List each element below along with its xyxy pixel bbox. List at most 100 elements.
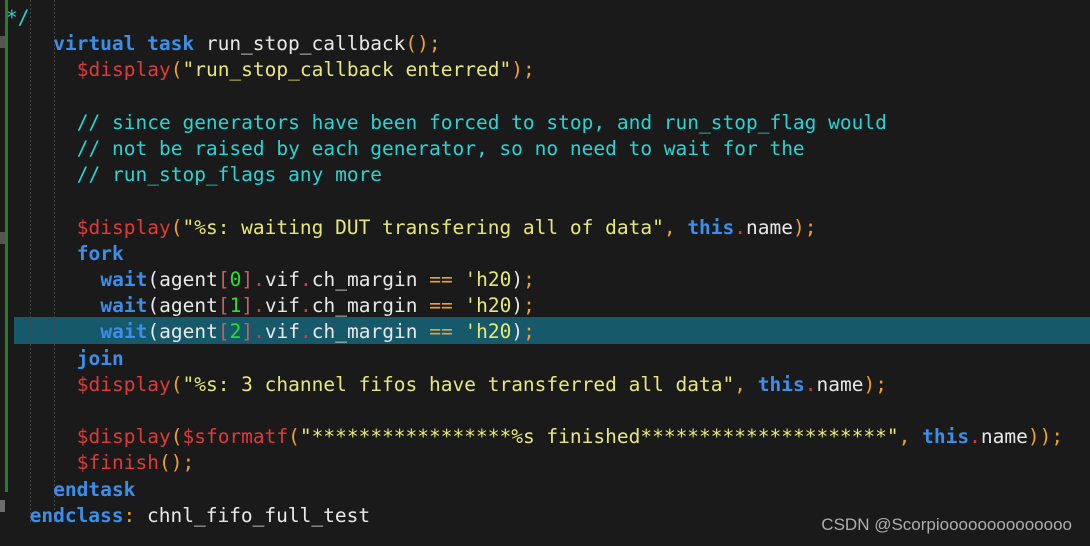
code-line[interactable]: $display("run_stop_callback enterred");	[77, 57, 535, 83]
code-token: .	[253, 268, 265, 291]
code-token: virtual	[53, 32, 136, 56]
code-token: .	[804, 372, 817, 396]
code-token: ==	[429, 268, 453, 291]
code-token: ;	[523, 294, 535, 318]
code-token: task	[147, 32, 195, 56]
overview-ruler-mark[interactable]	[0, 36, 5, 48]
code-token: ;	[875, 372, 887, 396]
code-token: "run_stop_callback enterred"	[182, 58, 512, 82]
code-token: .	[253, 294, 265, 318]
code-token: */	[6, 6, 30, 29]
code-token: (	[288, 425, 300, 449]
code-token: )	[793, 215, 805, 239]
code-token: (	[147, 294, 160, 318]
csdn-watermark: CSDN @Scorpioooooooooooooo	[821, 515, 1072, 534]
code-token: 'h20	[464, 294, 512, 318]
code-token: (	[170, 215, 183, 239]
code-line[interactable]: virtual task run_stop_callback();	[53, 31, 440, 57]
code-editor[interactable]: */virtual task run_stop_callback(); $disp…	[0, 0, 1090, 546]
code-token: ()	[158, 451, 183, 475]
code-token: )	[863, 372, 876, 396]
code-token: ;	[523, 320, 535, 344]
code-token: $display	[76, 372, 171, 396]
code-token: ch_margin	[311, 268, 430, 291]
code-token: 2	[229, 320, 242, 344]
code-token: 'h20	[464, 268, 512, 291]
code-token: (	[147, 320, 160, 344]
indent-guide	[30, 0, 31, 546]
code-token: agent	[159, 320, 218, 344]
code-token: ,	[898, 425, 911, 449]
code-line[interactable]: endtask	[53, 477, 135, 503]
code-token: ]	[241, 294, 254, 318]
code-token: 0	[229, 268, 242, 291]
code-token: ]	[241, 268, 254, 291]
code-token: name	[816, 372, 864, 396]
code-token: fork	[76, 241, 124, 265]
code-token: // since generators have been forced to …	[76, 110, 887, 134]
code-token: "%s: waiting DUT transfering all of data…	[182, 215, 664, 239]
code-token: (	[147, 268, 160, 291]
code-token: $display	[76, 58, 171, 82]
code-line[interactable]: */	[6, 5, 29, 31]
code-token: (	[170, 58, 183, 82]
code-line[interactable]: // not be raised by each generator, so n…	[77, 136, 805, 162]
code-token: ;	[182, 451, 195, 475]
code-token: :	[123, 503, 136, 527]
code-token: ,	[663, 215, 676, 239]
code-token: 1	[229, 294, 242, 318]
code-line[interactable]: wait(agent[1].vif.ch_margin == 'h20);	[100, 293, 535, 319]
code-token: ))	[1027, 425, 1052, 449]
code-line[interactable]: wait(agent[2].vif.ch_margin == 'h20);	[100, 319, 535, 345]
code-line[interactable]: // since generators have been forced to …	[77, 110, 887, 136]
code-line[interactable]: $display("%s: waiting DUT transfering al…	[77, 215, 817, 241]
code-token: "*****************%s finished***********…	[299, 425, 899, 449]
code-token: vif	[264, 320, 301, 344]
code-token: .	[253, 320, 265, 344]
code-token: this	[687, 215, 735, 239]
code-token: // run_stop_flags any more	[76, 163, 383, 187]
overview-ruler-mark[interactable]	[0, 500, 5, 512]
code-line[interactable]: // run_stop_flags any more	[77, 162, 382, 188]
code-token: ch_margin	[311, 294, 430, 318]
code-line[interactable]: $display($sformatf("*****************%s …	[77, 424, 1063, 450]
code-token: endclass	[29, 503, 124, 527]
code-token: join	[76, 346, 124, 370]
code-token: ==	[429, 320, 453, 344]
code-token: ==	[429, 294, 453, 318]
code-line[interactable]: wait(agent[0].vif.ch_margin == 'h20);	[100, 267, 535, 293]
code-token: ]	[241, 320, 254, 344]
overview-ruler-mark[interactable]	[0, 232, 5, 244]
code-token: wait	[100, 294, 148, 318]
code-token: vif	[264, 294, 301, 318]
indent-guide	[54, 0, 55, 546]
code-line[interactable]: $finish();	[77, 450, 194, 476]
code-line[interactable]: endclass: chnl_fifo_full_test	[30, 503, 370, 529]
code-line[interactable]: join	[77, 346, 124, 372]
code-token: (	[170, 372, 183, 396]
code-token: ,	[734, 372, 746, 396]
code-token: ;	[1051, 425, 1064, 449]
code-line[interactable]: $display("%s: 3 channel fifos have trans…	[77, 372, 887, 398]
code-token: chnl_fifo_full_test	[135, 503, 371, 527]
code-token: $finish	[76, 451, 159, 475]
code-token: name	[746, 215, 793, 239]
code-token: )	[511, 320, 524, 344]
code-token: ch_margin	[311, 320, 430, 344]
code-token: .	[300, 294, 312, 318]
code-token: vif	[264, 268, 301, 291]
code-token: wait	[100, 268, 148, 291]
code-token: "%s: 3 channel fifos have transferred al…	[182, 372, 735, 396]
code-line[interactable]: fork	[77, 241, 124, 267]
code-token: agent	[159, 294, 218, 318]
git-diff-added-bar[interactable]	[5, 0, 8, 492]
code-token: .	[300, 268, 312, 291]
code-token: ;	[428, 32, 441, 56]
code-token: ;	[522, 58, 535, 82]
code-token: )	[511, 268, 524, 291]
